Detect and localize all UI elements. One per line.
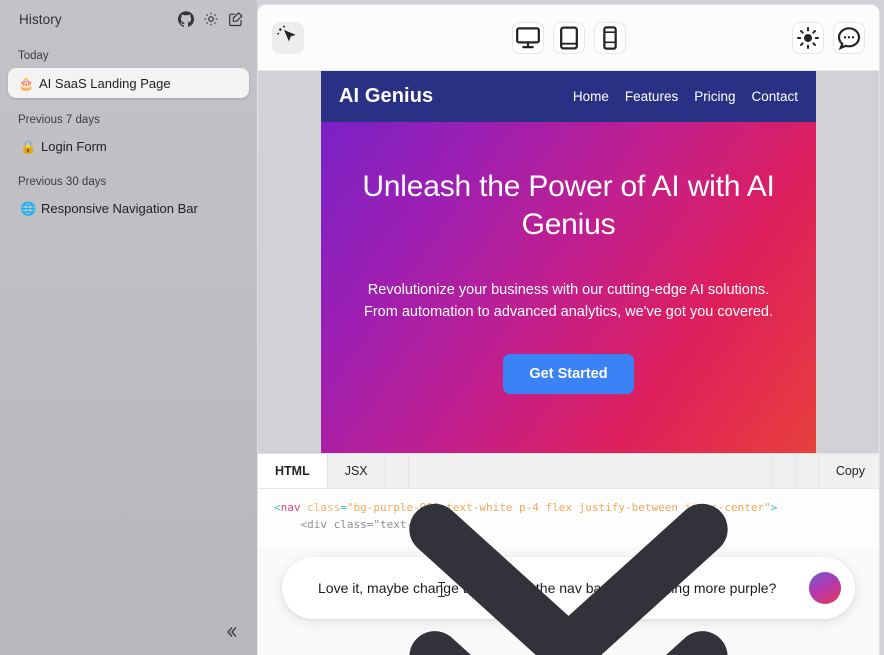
- hero-subheading: Revolutionize your business with our cut…: [364, 279, 773, 324]
- desktop-icon: [515, 26, 540, 48]
- github-icon[interactable]: [178, 11, 194, 27]
- sidebar-collapse-button[interactable]: [221, 621, 243, 643]
- mobile-viewport[interactable]: [593, 21, 626, 54]
- app-root: History Today 🎂 AI SaaS Landing Page Pre…: [0, 0, 884, 655]
- mobile-icon: [602, 25, 617, 50]
- sidebar-item-label: Responsive Navigation Bar: [41, 200, 198, 216]
- hero-subheading-line-1: Revolutionize your business with our cut…: [367, 281, 770, 298]
- workspace-panel: AI Genius Home Features Pricing Contact …: [257, 4, 880, 655]
- sidebar-item-ai-saas-landing-page[interactable]: 🎂 AI SaaS Landing Page: [8, 68, 249, 98]
- nav-link-home[interactable]: Home: [573, 89, 609, 104]
- desktop-viewport[interactable]: [511, 21, 544, 54]
- theme-toggle[interactable]: [792, 21, 824, 54]
- viewport-switcher: [258, 21, 879, 54]
- sidebar-group-label-previous-30-days: Previous 30 days: [18, 176, 107, 188]
- chat-toggle[interactable]: [833, 21, 865, 54]
- sidebar-item-login-form[interactable]: 🔒 Login Form: [10, 132, 247, 160]
- site-navbar: AI Genius Home Features Pricing Contact: [321, 71, 816, 122]
- hero-heading: Unleash the Power of AI with AI Genius: [362, 170, 775, 242]
- sidebar-header: History: [10, 4, 247, 34]
- hero-subheading-line-2: From automation to advanced analytics, w…: [364, 304, 773, 321]
- nav-link-contact[interactable]: Contact: [751, 89, 798, 104]
- globe-icon: 🌐: [20, 200, 37, 216]
- main-area: AI Genius Home Features Pricing Contact …: [257, 0, 884, 655]
- sidebar-group-label-today: Today: [18, 50, 49, 62]
- sun-icon: [797, 26, 819, 49]
- code-punct-open: <: [274, 501, 281, 514]
- tablet-viewport[interactable]: [552, 21, 585, 54]
- chevron-double-left-icon: [227, 627, 237, 637]
- edit-square-icon[interactable]: [228, 11, 244, 27]
- preview-toolbar: [258, 5, 879, 71]
- sidebar: History Today 🎂 AI SaaS Landing Page Pre…: [0, 0, 257, 655]
- scroll-down-button[interactable]: [282, 503, 855, 655]
- chat-composer: [258, 503, 879, 655]
- toolbar-right-actions: [792, 21, 865, 54]
- chevron-double-down-icon: [409, 503, 728, 655]
- sidebar-header-actions: [178, 11, 244, 27]
- sidebar-item-label: Login Form: [41, 138, 107, 154]
- select-cursor-tool[interactable]: [272, 21, 304, 54]
- nav-link-pricing[interactable]: Pricing: [694, 89, 735, 104]
- text-caret-pointer: [438, 582, 445, 597]
- sidebar-item-label: AI SaaS Landing Page: [39, 75, 171, 91]
- sidebar-title: History: [19, 11, 62, 27]
- cake-icon: 🎂: [18, 75, 35, 91]
- site-logo: AI Genius: [339, 85, 434, 107]
- chat-bubble-icon: [837, 26, 861, 50]
- sidebar-item-responsive-navigation-bar[interactable]: 🌐 Responsive Navigation Bar: [10, 194, 247, 222]
- lock-icon: 🔒: [20, 138, 37, 154]
- site-nav-links: Home Features Pricing Contact: [573, 89, 798, 104]
- tablet-icon: [559, 26, 578, 49]
- nav-link-features[interactable]: Features: [625, 89, 678, 104]
- sidebar-group-label-previous-7-days: Previous 7 days: [18, 114, 100, 126]
- cursor-sparkle-icon: [277, 25, 296, 41]
- gear-icon[interactable]: [203, 11, 219, 27]
